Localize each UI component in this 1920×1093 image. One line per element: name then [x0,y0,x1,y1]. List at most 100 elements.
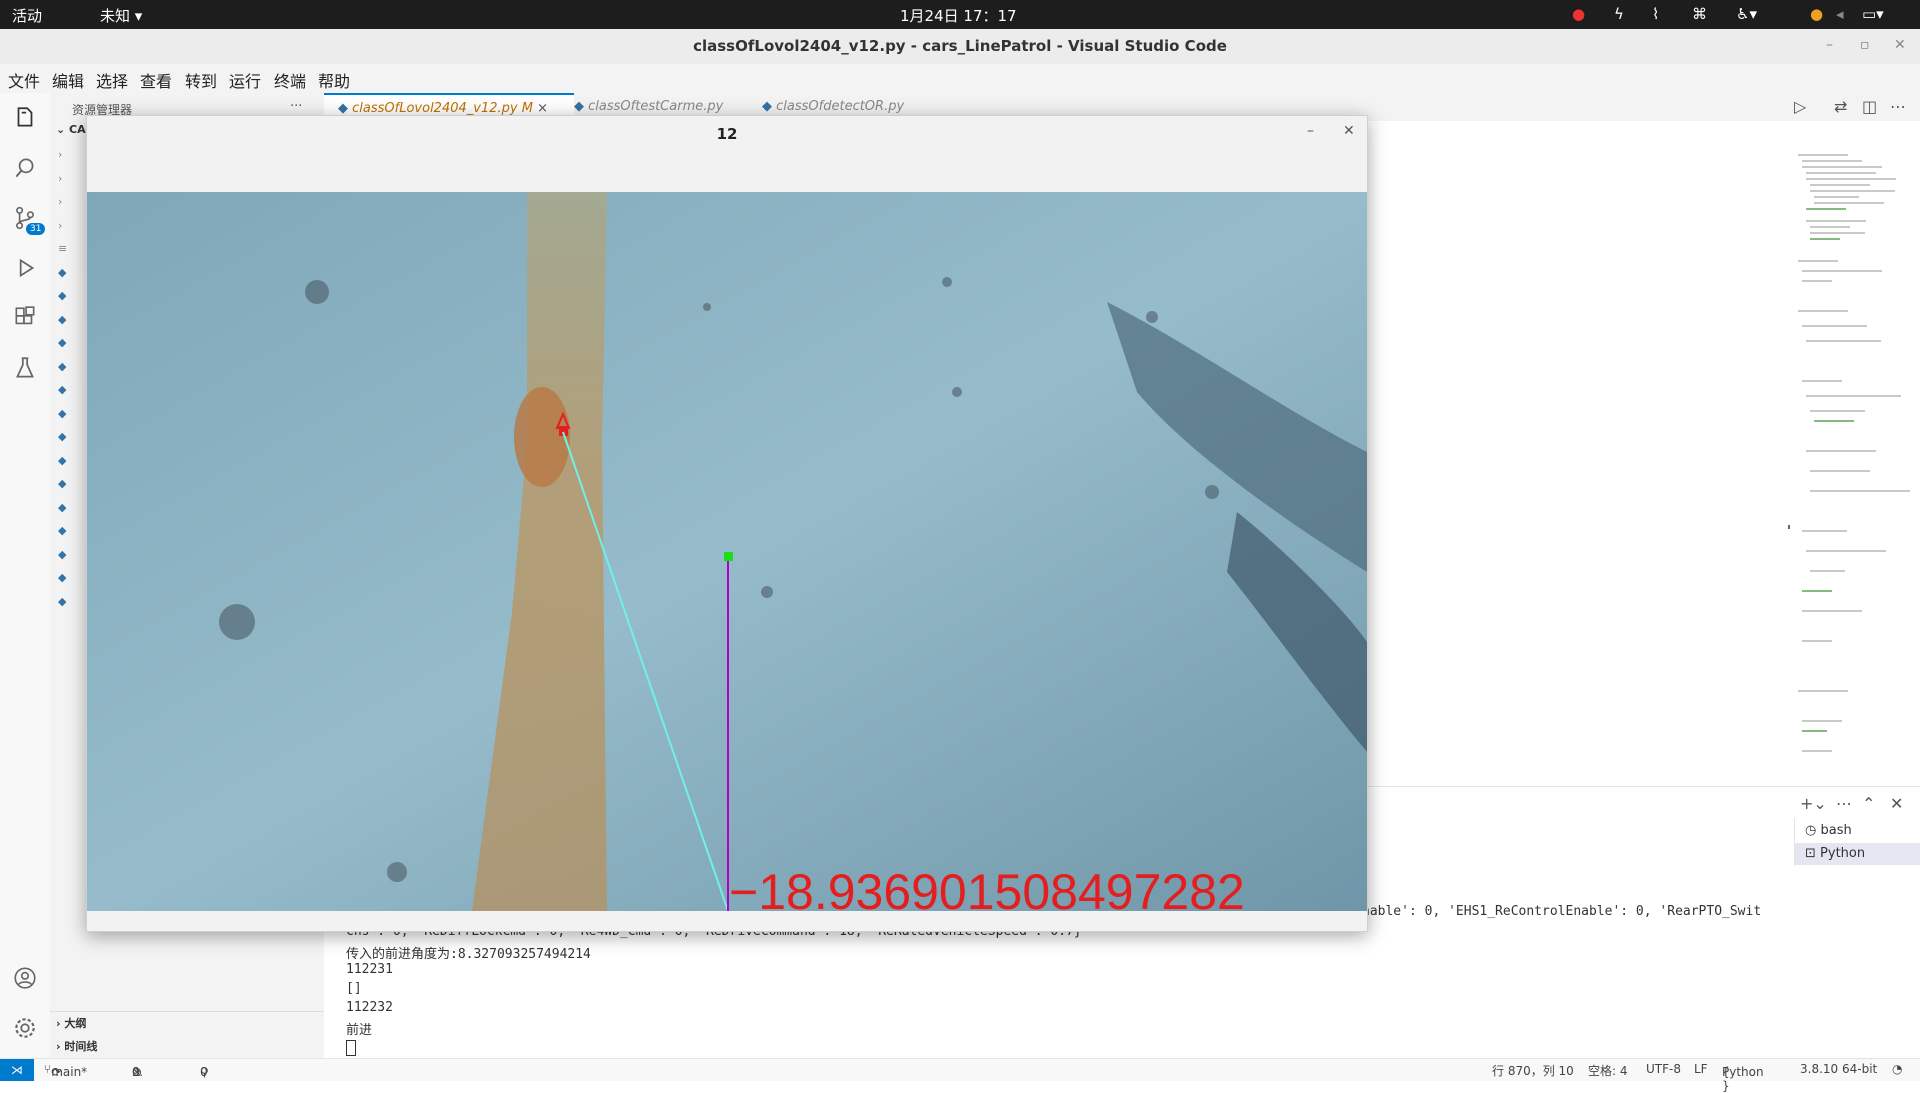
search-icon[interactable] [12,155,38,181]
run-python-file-icon[interactable]: ▷ [1794,97,1806,116]
camera-frame: −18.936901508497282 [87,192,1367,911]
scm-badge: 31 [26,223,46,235]
python-file-icon[interactable]: ◆ [58,355,72,379]
extensions-icon[interactable] [12,305,38,331]
python-file-icon[interactable]: ◆ [58,261,72,285]
run-debug-icon[interactable] [12,255,38,281]
terminal-more-icon[interactable]: ⋯ [1836,794,1852,813]
window-title: classOfLovol2404_v12.py - cars_LinePatro… [693,37,1227,55]
battery-icon[interactable]: ▭▾ [1862,5,1884,23]
angle-overlay-text: −18.936901508497282 [729,864,1245,911]
menu-file[interactable]: 文件 [8,68,40,92]
workspace-root[interactable]: ⌄ CA [56,123,86,136]
terminal-icon: ⊡ [1805,846,1816,861]
close-panel-icon[interactable]: ✕ [1890,794,1903,813]
clock[interactable]: 1月24日 17：17 [900,5,1017,26]
tree-folder[interactable]: › [58,167,72,191]
minimap[interactable] [1788,150,1916,770]
python-file-icon[interactable]: ◆ [58,284,72,308]
terminal-output-line: 112232 [346,1000,393,1015]
terminal-session-python[interactable]: ⊡ Python [1795,843,1920,865]
explorer-more-button[interactable]: ··· [290,99,302,114]
python-file-icon: ◆ [338,101,348,116]
terminal-session-bash[interactable]: ◷ bash [1795,820,1920,842]
alert-icon[interactable]: ● [1572,5,1585,23]
new-terminal-icon[interactable]: +⌄ [1800,794,1827,813]
activities-button[interactable]: 活动 [12,5,42,26]
tree-folder[interactable]: › [58,143,72,167]
terminal-output-line: 传入的前进角度为:8.327093257494214 [346,947,591,962]
maximize-button[interactable]: ▫ [1860,37,1870,53]
opencv-image-window[interactable]: 12 – ✕ −18.936901508497282 [86,115,1368,932]
menu-selection[interactable]: 选择 [96,68,128,92]
menu-view[interactable]: 查看 [140,68,172,92]
settings-gear-icon[interactable] [12,1015,38,1041]
status-dot-icon: ● [1810,5,1824,23]
file-tree: › › › › ≡ ◆ ◆ ◆ ◆ ◆ ◆ ◆ ◆ ◆ ◆ ◆ ◆ ◆ ◆ ◆ [58,143,72,703]
session-label: Python [1820,846,1866,861]
python-file-icon[interactable]: ◆ [58,425,72,449]
testing-icon[interactable] [12,355,38,381]
tab-modified-badge: M [521,101,533,116]
menu-run[interactable]: 运行 [229,68,261,92]
warning-count: 0 [132,1065,140,1079]
volume-icon[interactable]: ◂ [1836,5,1844,23]
cursor-position[interactable]: 行 870，列 10 [1492,1062,1574,1079]
maximize-panel-icon[interactable]: ⌃ [1862,794,1875,813]
end-of-line[interactable]: LF [1694,1062,1708,1076]
network-icon[interactable]: ⌇ [1652,5,1659,23]
camera-frame-image: −18.936901508497282 [87,192,1367,911]
title-bar: classOfLovol2404_v12.py - cars_LinePatro… [0,29,1920,65]
workspace-root-label: CA [69,123,86,136]
python-file-icon: ◆ [574,99,584,114]
split-editor-icon[interactable]: ◫ [1862,97,1877,116]
encoding[interactable]: UTF-8 [1646,1062,1681,1076]
python-file-icon[interactable]: ◆ [58,590,72,614]
menu-go[interactable]: 转到 [185,68,217,92]
python-file-icon[interactable]: ◆ [58,543,72,567]
tab-label: classOfLovol2404_v12.py [352,101,518,116]
menu-terminal[interactable]: 终端 [274,68,306,92]
branch-indicator[interactable]: ⑂ main* ⟳ [44,1062,87,1079]
python-file-icon[interactable]: ◆ [58,496,72,520]
python-file-icon[interactable]: ◆ [58,378,72,402]
timeline-section[interactable]: › 时间线 [56,1038,97,1054]
terminal-toolbar: +⌄ ⋯ ⌃ ✕ [1800,790,1920,816]
python-interpreter[interactable]: 3.8.10 64-bit [1800,1062,1877,1076]
image-window-close-button[interactable]: ✕ [1343,123,1355,139]
python-file-icon[interactable]: ◆ [58,402,72,426]
app-menu[interactable]: 未知 ▾ [100,5,142,26]
tab-close-icon[interactable]: × [537,101,548,116]
tree-folder[interactable]: › [58,214,72,238]
more-actions-icon[interactable]: ⋯ [1890,97,1906,116]
session-label: bash [1820,823,1852,838]
explorer-icon[interactable] [12,105,38,131]
command-icon[interactable]: ⌘ [1692,5,1707,23]
python-file-icon[interactable]: ◆ [58,449,72,473]
menu-bar: 文件 编辑 选择 查看 转到 运行 终端 帮助 [0,64,1920,93]
open-changes-icon[interactable]: ⇄ [1834,97,1847,116]
app-menu-label: 未知 [100,7,131,25]
accounts-icon[interactable] [12,965,38,991]
python-file-icon[interactable]: ◆ [58,519,72,543]
close-button[interactable]: ✕ [1894,37,1906,53]
python-file-icon[interactable]: ◆ [58,331,72,355]
outline-section[interactable]: › 大纲 [56,1015,86,1031]
terminal-output-line: 112231 [346,962,393,977]
menu-help[interactable]: 帮助 [318,68,350,92]
system-top-bar: 活动 未知 ▾ 1月24日 17：17 ● ϟ ⌇ ⌘ ♿▾ ● ◂ ▭▾ [0,0,1920,29]
python-file-icon[interactable]: ◆ [58,308,72,332]
tray-icon[interactable]: ϟ [1614,5,1624,23]
notifications-bell-icon[interactable]: ◔ [1892,1062,1902,1076]
indentation[interactable]: 空格: 4 [1588,1062,1628,1079]
tree-folder[interactable]: › [58,190,72,214]
accessibility-icon[interactable]: ♿▾ [1736,5,1757,23]
remote-indicator-icon[interactable]: ⋊ [0,1059,34,1081]
tree-file[interactable]: ≡ [58,237,72,261]
python-file-icon[interactable]: ◆ [58,566,72,590]
image-window-minimize-button[interactable]: – [1307,123,1314,139]
menu-edit[interactable]: 编辑 [52,68,84,92]
image-window-title: 12 [716,125,738,143]
python-file-icon[interactable]: ◆ [58,472,72,496]
minimize-button[interactable]: – [1826,37,1833,53]
